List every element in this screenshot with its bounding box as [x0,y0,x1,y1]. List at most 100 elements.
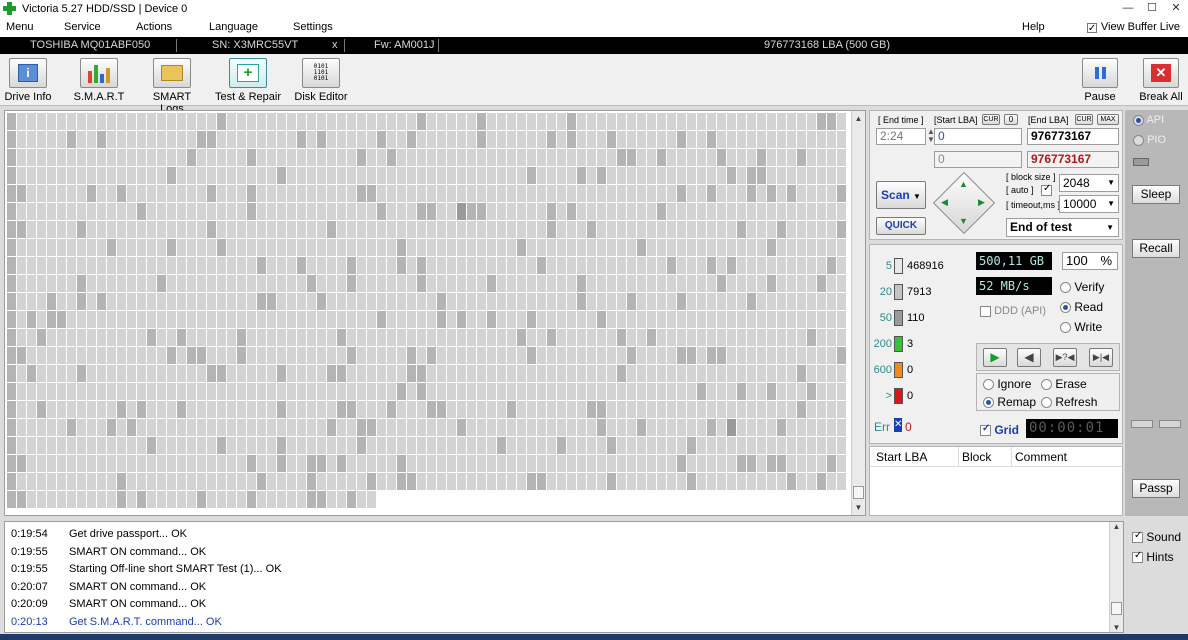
latency-label: 600 [873,364,892,376]
log-scrollbar[interactable]: ▲ ▼ [1109,522,1123,632]
scroll-down-icon[interactable]: ▼ [852,501,865,514]
quick-button[interactable]: QUICK [876,217,926,235]
log-time: 0:20:13 [11,615,48,628]
arrow-up-icon[interactable]: ▲ [959,179,968,189]
arrow-down-icon[interactable]: ▼ [959,216,968,226]
play-backward-icon[interactable]: ◀ [1017,348,1041,367]
close-window-button[interactable]: ✕ [1164,0,1188,18]
latency-row: 200 3 [870,336,970,354]
end-cur-button[interactable]: CUR [1075,114,1093,125]
timeout-select[interactable]: 10000 ▼ [1059,195,1119,213]
mode-verify[interactable]: Verify [1060,280,1104,294]
menu-bar: Menu Service Actions Language Settings H… [0,18,1188,38]
os-taskbar [0,634,1188,640]
menu-item-menu[interactable]: Menu [6,18,34,37]
log-scroll-thumb[interactable] [1111,602,1122,615]
latency-label: 200 [873,338,892,350]
disk-editor-button[interactable]: 0101 1101 0101 Disk Editor [293,58,349,103]
end-max-button[interactable]: MAX [1097,114,1119,125]
scan-map-scrollbar[interactable]: ▲ ▼ [851,111,865,515]
menu-item-actions[interactable]: Actions [136,18,172,37]
sleep-button[interactable]: Sleep [1132,185,1180,204]
scroll-thumb[interactable] [853,486,864,499]
end-lba-label: [End LBA] [1028,115,1069,125]
grid-checkbox[interactable] [980,423,991,437]
play-forward-icon[interactable]: ▶ [983,348,1007,367]
passp-button[interactable]: Passp [1132,479,1180,498]
col-block[interactable]: Block [962,450,991,464]
start-zero-button[interactable]: 0 [1004,114,1018,125]
hints-toggle[interactable]: Hints [1132,550,1174,564]
speed-display: 52 MB/s [976,277,1052,295]
smart-logs-button[interactable]: SMART Logs [140,58,204,115]
arrow-right-icon[interactable]: ▶ [978,197,985,208]
test-repair-button[interactable]: + Test & Repair [214,58,282,103]
elapsed-timer: 00:00:01 [1026,419,1118,438]
close-drive-info[interactable]: x [332,37,338,54]
log-scroll-down-icon[interactable]: ▼ [1110,623,1123,632]
view-buffer-live-checkbox[interactable] [1086,19,1097,38]
col-start-lba[interactable]: Start LBA [876,450,927,464]
log-text: Get drive passport... OK [69,528,187,540]
action-ignore[interactable]: Ignore [983,377,1031,391]
mode-read[interactable]: Read [1060,300,1103,314]
menu-item-service[interactable]: Service [64,18,101,37]
latency-label: 5 [885,260,892,272]
end-action-select[interactable]: End of test ▼ [1006,218,1119,237]
stop-x-icon: ✕ [1143,58,1179,88]
action-remap[interactable]: Remap [983,395,1036,409]
maximize-button[interactable]: ☐ [1140,0,1164,18]
pause-button[interactable]: Pause [1080,58,1120,103]
menu-item-language[interactable]: Language [209,18,258,37]
scan-stats-box: 5 468916 20 7913 50 110 200 3 600 0 >0 Err ✕ 0 500… [869,244,1123,444]
direction-pad[interactable]: ▲ ▼ ◀ ▶ [932,171,996,235]
sound-checkbox[interactable] [1132,530,1143,544]
log-entry: 0:20:07 SMART ON command... OK [11,579,206,596]
latency-swatch [894,362,903,378]
arrow-left-icon[interactable]: ◀ [941,197,948,208]
start-lba-field[interactable]: 0 [934,128,1022,145]
latency-count: 0 [907,390,914,402]
end-lba-field[interactable]: 976773167 [1027,128,1119,145]
repair-action-group: Ignore Erase Remap Refresh [976,373,1120,411]
hints-checkbox[interactable] [1132,550,1143,564]
break-all-button[interactable]: ✕ Break All [1136,58,1186,103]
defects-table: Start LBA Block Comment [869,446,1123,516]
action-erase[interactable]: Erase [1041,377,1087,391]
pio-option[interactable]: PIO [1133,134,1166,146]
ddd-api-checkbox[interactable] [980,305,991,317]
auto-block-checkbox[interactable] [1041,183,1052,196]
action-refresh[interactable]: Refresh [1041,395,1097,409]
log-entry: 0:20:13 Get S.M.A.R.T. command... OK [11,614,222,631]
mode-write[interactable]: Write [1060,320,1102,334]
log-scroll-up-icon[interactable]: ▲ [1110,522,1123,531]
view-buffer-live-toggle[interactable]: View Buffer Live [1086,18,1180,38]
menu-item-help[interactable]: Help [1022,18,1045,37]
drive-info-button[interactable]: i Drive Info [4,58,52,103]
menu-item-settings[interactable]: Settings [293,18,333,37]
random-seek-icon[interactable]: ▶?◀ [1053,348,1077,367]
scroll-up-icon[interactable]: ▲ [852,112,865,125]
start-cur-button[interactable]: CUR [982,114,1000,125]
col-comment[interactable]: Comment [1015,450,1067,464]
butterfly-icon[interactable]: ▶|◀ [1089,348,1113,367]
recall-button[interactable]: Recall [1132,239,1180,258]
sound-toggle[interactable]: Sound [1132,530,1181,544]
end-time-field[interactable]: 2:24 [876,128,926,145]
first-aid-icon: + [229,58,267,88]
minimize-button[interactable]: — [1116,0,1140,18]
smart-button[interactable]: S.M.A.R.T [72,58,126,103]
latency-row: >0 [870,388,970,406]
latency-row: 5 468916 [870,258,970,276]
ddd-api-toggle[interactable]: DDD (API) [980,305,1046,317]
log-entry: 0:20:09 SMART ON command... OK [11,596,206,613]
start-lba-readout: 0 [934,151,1022,168]
log-entry: 0:19:55 SMART ON command... OK [11,544,206,561]
latency-count: 7913 [907,286,932,298]
api-option[interactable]: API [1133,114,1164,126]
end-lba-readout: 976773167 [1027,151,1119,168]
scan-button[interactable]: Scan ▼ [876,181,926,209]
latency-label: 50 [879,312,892,324]
grid-toggle[interactable]: Grid [980,423,1019,437]
block-size-select[interactable]: 2048 ▼ [1059,174,1119,192]
